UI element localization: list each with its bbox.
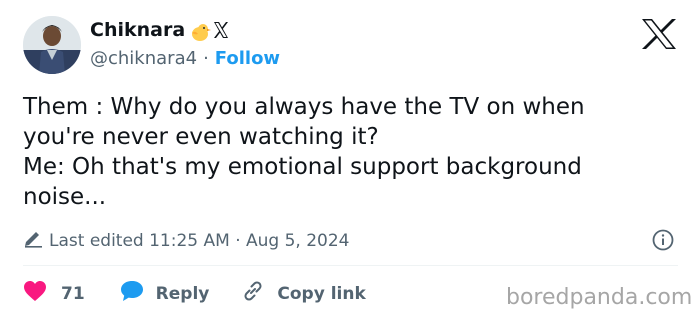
author-name[interactable]: Chiknara	[90, 19, 185, 41]
edited-info[interactable]: Last edited 11:25 AM · Aug 5, 2024	[23, 228, 350, 253]
x-badge-icon	[213, 21, 229, 43]
pencil-icon	[23, 228, 43, 253]
avatar[interactable]	[23, 16, 81, 74]
like-button[interactable]: 71	[23, 280, 85, 307]
separator: ·	[203, 48, 209, 69]
watermark: boredpanda.com	[506, 285, 693, 310]
follow-button[interactable]: Follow	[215, 48, 280, 69]
edited-label: Last edited 11:25 AM · Aug 5, 2024	[49, 230, 350, 251]
link-icon	[241, 279, 265, 308]
info-icon[interactable]	[652, 229, 674, 255]
copy-link-button[interactable]: Copy link	[241, 279, 366, 308]
reply-button[interactable]: Reply	[119, 279, 210, 308]
like-count: 71	[61, 283, 85, 304]
author-handle[interactable]: @chiknara4	[90, 48, 197, 69]
action-bar: 71 Reply Copy link	[23, 279, 366, 308]
reply-bubble-icon	[119, 279, 145, 308]
reply-label: Reply	[155, 283, 210, 304]
heart-icon	[23, 280, 47, 307]
handle-row: @chiknara4 · Follow	[90, 48, 280, 69]
x-logo-icon[interactable]	[641, 18, 677, 54]
tweet-text: Them : Why do you always have the TV on …	[23, 94, 585, 210]
divider	[23, 265, 678, 266]
chick-emoji-icon	[189, 22, 211, 46]
copy-link-label: Copy link	[277, 283, 366, 304]
